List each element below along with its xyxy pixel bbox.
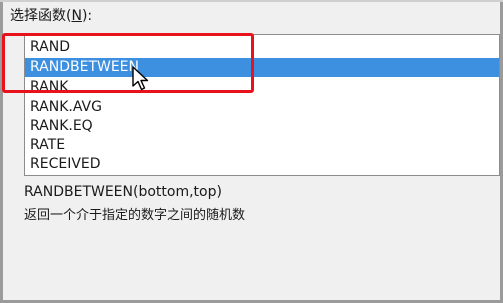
label-suffix: ): [81,8,93,24]
list-item-rate[interactable]: RATE [29,136,65,155]
list-item-rank[interactable]: RANK [29,78,68,97]
label-hotkey: N [71,8,82,24]
select-function-label: 选择函数(N): [10,6,92,26]
function-description: 返回一个介于指定的数字之间的随机数 [24,208,246,223]
function-listbox[interactable]: RAND RANDBETWEEN RANK RANK.AVG RANK.EQ R… [24,34,500,176]
label-prefix: 选择函数( [10,8,72,24]
list-item-rank-avg[interactable]: RANK.AVG [29,98,102,117]
function-signature: RANDBETWEEN(bottom,top) [24,184,222,200]
list-item-rank-eq[interactable]: RANK.EQ [29,117,93,136]
top-border [0,0,503,2]
list-item-rand[interactable]: RAND [29,38,70,57]
list-item-randbetween[interactable]: RANDBETWEEN [25,58,499,77]
list-item-received[interactable]: RECEIVED [29,155,101,174]
